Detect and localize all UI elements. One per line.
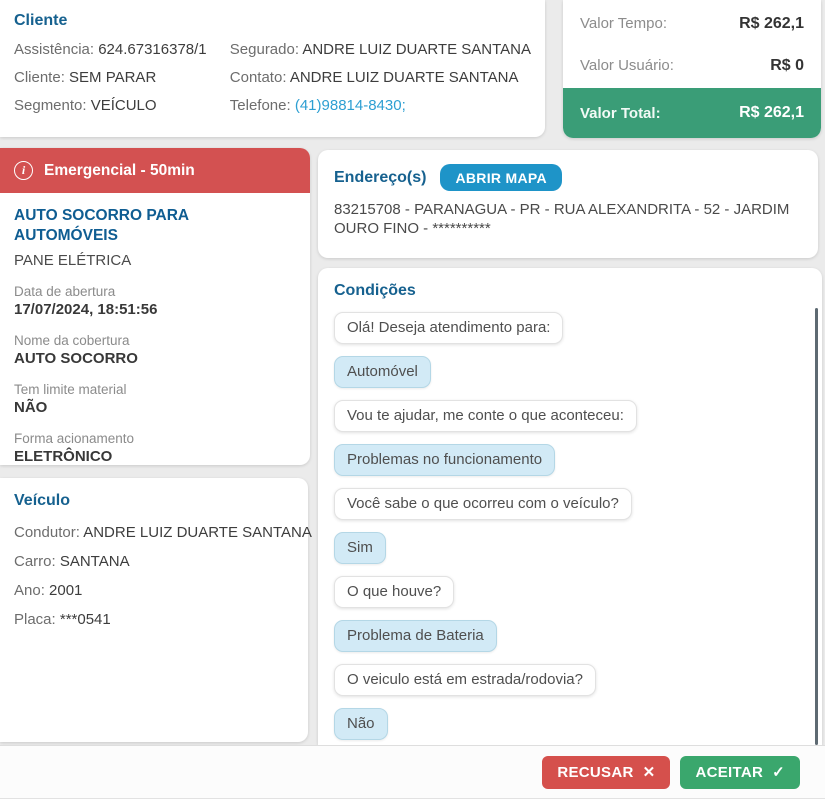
servico-card: i Emergencial - 50min AUTO SOCORRO PARA … xyxy=(0,148,310,465)
chat-scrollbar[interactable] xyxy=(815,308,818,745)
valores-card: Valor Tempo: R$ 262,1 Valor Usuário: R$ … xyxy=(563,0,821,138)
field-label: Segurado: xyxy=(230,41,303,58)
servico-field-value: AUTO SOCORRO xyxy=(14,350,296,367)
field-value: ANDRE LUIZ DUARTE SANTANA xyxy=(302,41,531,58)
chat-bubble: Sim xyxy=(334,532,386,564)
valor-total-bar: Valor Total: R$ 262,1 xyxy=(563,88,821,138)
recusar-button[interactable]: RECUSAR ✕ xyxy=(542,756,670,789)
endereco-title: Endereço(s) xyxy=(334,169,426,187)
cliente-fields: Assistência: 624.67316378/1 Cliente: SEM… xyxy=(14,41,531,114)
field-label: Cliente: xyxy=(14,69,69,86)
field-row: Segmento: VEÍCULO xyxy=(14,97,230,114)
info-icon: i xyxy=(14,161,33,180)
emergencial-banner: i Emergencial - 50min xyxy=(0,148,310,193)
valores-rows: Valor Tempo: R$ 262,1 Valor Usuário: R$ … xyxy=(563,5,821,84)
servico-subtitle: PANE ELÉTRICA xyxy=(14,252,296,269)
aceitar-label: ACEITAR xyxy=(695,764,763,781)
servico-field-value: NÃO xyxy=(14,399,296,416)
field-value: ***0541 xyxy=(60,611,111,628)
servico-field-value: 17/07/2024, 18:51:56 xyxy=(14,301,296,318)
cliente-fields-right: Segurado: ANDRE LUIZ DUARTE SANTANA Cont… xyxy=(230,41,531,114)
servico-title: AUTO SOCORRO PARA AUTOMÓVEIS xyxy=(14,206,296,246)
chat-bubble: O que houve? xyxy=(334,576,454,608)
field-value: VEÍCULO xyxy=(91,97,157,114)
field-label: Telefone: xyxy=(230,97,295,114)
valor-total-label: Valor Total: xyxy=(580,105,661,122)
endereco-header: Endereço(s) ABRIR MAPA xyxy=(334,164,802,191)
field-row: Ano: 2001 xyxy=(14,582,294,599)
field-row: Condutor: ANDRE LUIZ DUARTE SANTANA xyxy=(14,524,294,541)
valor-total-value: R$ 262,1 xyxy=(739,104,804,122)
footer-actions: RECUSAR ✕ ACEITAR ✓ xyxy=(0,745,825,799)
servico-field-label: Nome da cobertura xyxy=(14,333,296,348)
cliente-fields-left: Assistência: 624.67316378/1 Cliente: SEM… xyxy=(14,41,230,114)
endereco-card: Endereço(s) ABRIR MAPA 83215708 - PARANA… xyxy=(318,150,818,258)
servico-field-label: Forma acionamento xyxy=(14,431,296,446)
check-icon: ✓ xyxy=(772,763,785,781)
servico-fields: Data de abertura 17/07/2024, 18:51:56 No… xyxy=(14,284,296,465)
abrir-mapa-button[interactable]: ABRIR MAPA xyxy=(440,164,561,191)
valor-value: R$ 0 xyxy=(770,57,804,75)
chat-bubble: Você sabe o que ocorreu com o veículo? xyxy=(334,488,632,520)
field-value: (41)98814-8430; xyxy=(295,97,406,114)
aceitar-button[interactable]: ACEITAR ✓ xyxy=(680,756,800,789)
field-row: Cliente: SEM PARAR xyxy=(14,69,230,86)
field-label: Segmento: xyxy=(14,97,91,114)
field-label: Carro: xyxy=(14,553,60,570)
servico-field-value: ELETRÔNICO xyxy=(14,448,296,465)
field-label: Placa: xyxy=(14,611,60,628)
valor-label: Valor Tempo: xyxy=(580,15,667,32)
field-label: Contato: xyxy=(230,69,290,86)
servico-field: Nome da cobertura AUTO SOCORRO xyxy=(14,333,296,367)
condicoes-card: Condições Olá! Deseja atendimento para: … xyxy=(318,268,822,745)
field-value: ANDRE LUIZ DUARTE SANTANA xyxy=(83,524,312,541)
chat-bubble: Problemas no funcionamento xyxy=(334,444,555,476)
field-row: Carro: SANTANA xyxy=(14,553,294,570)
field-row: Assistência: 624.67316378/1 xyxy=(14,41,230,58)
servico-field: Data de abertura 17/07/2024, 18:51:56 xyxy=(14,284,296,318)
field-label: Assistência: xyxy=(14,41,98,58)
valor-label: Valor Usuário: xyxy=(580,57,674,74)
condicoes-title: Condições xyxy=(334,282,806,300)
emergencial-banner-label: Emergencial - 50min xyxy=(44,162,195,180)
servico-body: AUTO SOCORRO PARA AUTOMÓVEIS PANE ELÉTRI… xyxy=(0,193,310,478)
field-label: Condutor: xyxy=(14,524,83,541)
servico-field: Tem limite material NÃO xyxy=(14,382,296,416)
field-value: 2001 xyxy=(49,582,82,599)
field-row: Contato: ANDRE LUIZ DUARTE SANTANA xyxy=(230,69,531,86)
chat-bubble: Não xyxy=(334,708,388,740)
valor-value: R$ 262,1 xyxy=(739,15,804,33)
cliente-title: Cliente xyxy=(14,12,531,30)
endereco-address: 83215708 - PARANAGUA - PR - RUA ALEXANDR… xyxy=(334,200,794,238)
chat-log: Olá! Deseja atendimento para: Automóvel … xyxy=(334,312,806,740)
valor-row: Valor Tempo: R$ 262,1 xyxy=(563,5,821,42)
field-row: Segurado: ANDRE LUIZ DUARTE SANTANA xyxy=(230,41,531,58)
veiculo-title: Veículo xyxy=(14,492,294,510)
field-value: SEM PARAR xyxy=(69,69,156,86)
chat-bubble: Problema de Bateria xyxy=(334,620,497,652)
veiculo-fields: Condutor: ANDRE LUIZ DUARTE SANTANA Carr… xyxy=(14,524,294,628)
servico-field-label: Data de abertura xyxy=(14,284,296,299)
field-value: 624.67316378/1 xyxy=(98,41,206,58)
field-row: Placa: ***0541 xyxy=(14,611,294,628)
field-value: ANDRE LUIZ DUARTE SANTANA xyxy=(290,69,519,86)
field-value: SANTANA xyxy=(60,553,130,570)
chat-bubble: O veiculo está em estrada/rodovia? xyxy=(334,664,596,696)
servico-field-label: Tem limite material xyxy=(14,382,296,397)
servico-field: Forma acionamento ELETRÔNICO xyxy=(14,431,296,465)
close-icon: ✕ xyxy=(643,763,656,781)
chat-bubble: Vou te ajudar, me conte o que aconteceu: xyxy=(334,400,637,432)
field-row: Telefone: (41)98814-8430; xyxy=(230,97,531,114)
veiculo-card: Veículo Condutor: ANDRE LUIZ DUARTE SANT… xyxy=(0,478,308,742)
valor-row: Valor Usuário: R$ 0 xyxy=(563,47,821,84)
chat-bubble: Olá! Deseja atendimento para: xyxy=(334,312,563,344)
chat-bubble: Automóvel xyxy=(334,356,431,388)
cliente-card: Cliente Assistência: 624.67316378/1 Clie… xyxy=(0,0,545,137)
field-label: Ano: xyxy=(14,582,49,599)
recusar-label: RECUSAR xyxy=(557,764,633,781)
